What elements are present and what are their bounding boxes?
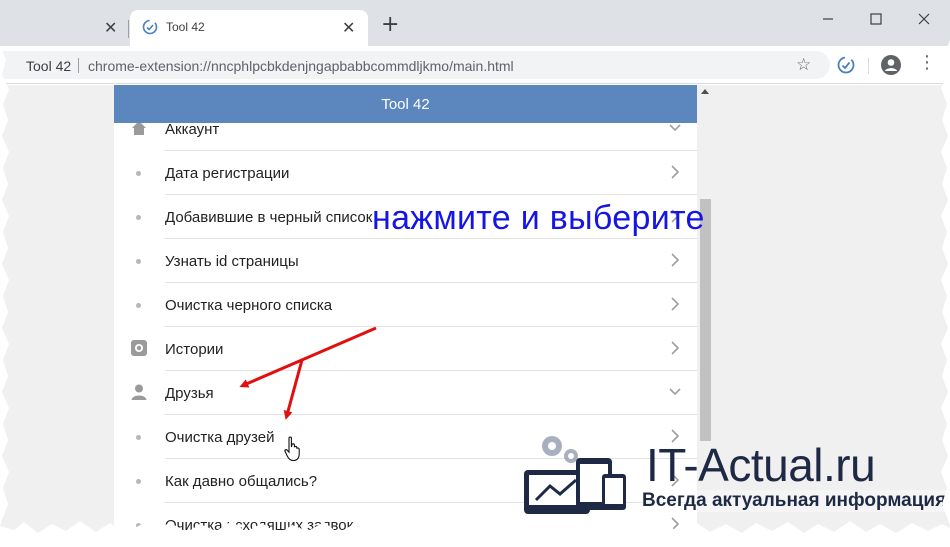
menu-item-label: Истории: [165, 341, 224, 358]
menu-item-label: Друзья: [165, 385, 214, 402]
chevron-down-icon[interactable]: [668, 384, 682, 400]
menu-item[interactable]: Истории: [114, 327, 697, 371]
menu-item-label: Дата регистрации: [165, 165, 290, 182]
kebab-menu-icon[interactable]: ⋮: [918, 52, 936, 73]
site-chip: Tool 42: [26, 58, 72, 74]
tab-inactive[interactable]: ✕: [0, 10, 128, 46]
bullet-icon: [136, 479, 141, 484]
chevron-right-icon[interactable]: [668, 296, 682, 312]
toolbar: Tool 42 chrome-extension://nncphlpcbkden…: [0, 46, 950, 84]
bullet-icon: [136, 171, 141, 176]
bullet-icon: [136, 435, 141, 440]
profile-icon[interactable]: [880, 54, 902, 76]
toolbar-divider: [868, 58, 869, 74]
tool42-favicon-icon: [142, 19, 158, 35]
menu-item-label: Очистка друзей: [165, 429, 275, 446]
menu-item-label: Узнать id страницы: [165, 253, 299, 270]
new-tab-button[interactable]: +: [381, 14, 399, 36]
star-icon[interactable]: ☆: [796, 55, 811, 75]
minimize-icon[interactable]: [808, 6, 848, 32]
bullet-icon: [136, 303, 141, 308]
menu-item[interactable]: Узнать id страницы: [114, 239, 697, 283]
panel-header: Tool 42: [114, 85, 697, 123]
watermark: IT-Actual.ru Всегда актуальная информаци…: [516, 430, 950, 520]
menu-item-label: Очистка исходящих заявок: [165, 517, 354, 534]
menu-item[interactable]: Друзья: [114, 371, 697, 415]
url-text[interactable]: chrome-extension://nncphlpcbkdenjngapbab…: [88, 58, 514, 74]
menu-item[interactable]: Очистка черного списка: [114, 283, 697, 327]
tool42-extension-icon[interactable]: [836, 55, 856, 75]
menu-item-label: Добавившие в черный список: [165, 209, 373, 226]
it-actual-logo-icon: [524, 436, 626, 514]
tab-title: Tool 42: [166, 20, 205, 34]
bullet-icon: [136, 259, 141, 264]
chevron-right-icon[interactable]: [668, 340, 682, 356]
maximize-icon[interactable]: [856, 6, 896, 32]
watermark-tagline: Всегда актуальная информация: [642, 490, 947, 512]
bullet-icon: [136, 523, 141, 528]
stories-icon: [130, 339, 148, 357]
bullet-icon: [136, 215, 141, 220]
address-bar[interactable]: Tool 42 chrome-extension://nncphlpcbkden…: [0, 51, 830, 79]
panel-title: Tool 42: [381, 96, 430, 113]
hand-cursor-icon: [284, 436, 300, 462]
watermark-brand: IT-Actual.ru: [646, 439, 876, 491]
tab-strip: ✕ Tool 42 ✕ +: [0, 0, 950, 46]
annotation-text: нажмите и выберите: [372, 199, 705, 237]
close-tab-icon[interactable]: ✕: [104, 18, 117, 37]
tab-active[interactable]: Tool 42 ✕: [130, 10, 368, 46]
close-window-icon[interactable]: [904, 6, 944, 32]
chevron-right-icon[interactable]: [668, 252, 682, 268]
chevron-right-icon[interactable]: [668, 164, 682, 180]
menu-item-label: Аккаунт: [165, 121, 220, 138]
tab-divider: [128, 20, 129, 38]
person-icon: [130, 383, 148, 401]
close-tab-icon[interactable]: ✕: [342, 18, 355, 37]
menu-item[interactable]: Дата регистрации: [114, 151, 697, 195]
address-divider: [78, 58, 79, 73]
scroll-up-arrow-icon[interactable]: [701, 89, 709, 94]
menu-item-label: Как давно общались?: [165, 473, 318, 490]
menu-item-label: Очистка черного списка: [165, 297, 333, 314]
